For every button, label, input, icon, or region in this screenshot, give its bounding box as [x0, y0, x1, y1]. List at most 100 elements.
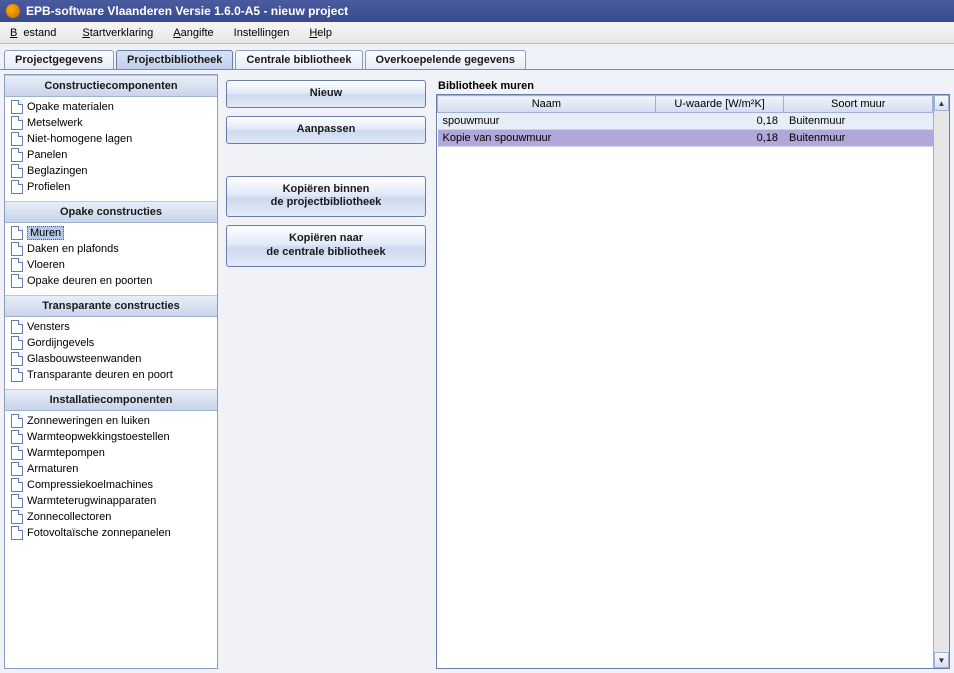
- button-line2: de centrale bibliotheek: [266, 246, 385, 258]
- sidebar-group-header[interactable]: Constructiecomponenten: [5, 75, 217, 97]
- sidebar-item[interactable]: Glasbouwsteenwanden: [5, 351, 217, 367]
- sidebar-group-header[interactable]: Opake constructies: [5, 201, 217, 223]
- file-icon: [11, 494, 23, 508]
- table-row[interactable]: Kopie van spouwmuur0,18Buitenmuur: [438, 130, 933, 147]
- file-icon: [11, 116, 23, 130]
- col-soort[interactable]: Soort muur: [784, 96, 933, 113]
- sidebar-item-label: Zonneweringen en luiken: [27, 415, 150, 427]
- file-icon: [11, 100, 23, 114]
- file-icon: [11, 368, 23, 382]
- sidebar-item-label: Niet-homogene lagen: [27, 133, 132, 145]
- cell-uwaarde: 0,18: [655, 130, 784, 147]
- aanpassen-button[interactable]: Aanpassen: [226, 116, 426, 144]
- scroll-down-icon[interactable]: ▼: [934, 652, 949, 668]
- button-line1: Kopiëren binnen: [283, 183, 370, 195]
- library-area: Bibliotheek muren Naam U-waarde [W/m²K] …: [436, 80, 950, 669]
- file-icon: [11, 148, 23, 162]
- sidebar-item[interactable]: Warmteopwekkingstoestellen: [5, 429, 217, 445]
- file-icon: [11, 414, 23, 428]
- sidebar-item[interactable]: Vensters: [5, 319, 217, 335]
- sidebar-item[interactable]: Vloeren: [5, 257, 217, 273]
- menu-help[interactable]: Help: [303, 25, 338, 41]
- button-line2: de projectbibliotheek: [271, 196, 382, 208]
- sidebar-item-label: Transparante deuren en poort: [27, 369, 173, 381]
- sidebar-item-label: Metselwerk: [27, 117, 83, 129]
- sidebar-item[interactable]: Warmtepompen: [5, 445, 217, 461]
- action-buttons: Nieuw Aanpassen Kopiëren binnen de proje…: [226, 80, 426, 669]
- sidebar-item[interactable]: Beglazingen: [5, 163, 217, 179]
- table-scrollbar[interactable]: ▲ ▼: [933, 95, 949, 668]
- library-table-wrap: Naam U-waarde [W/m²K] Soort muur spouwmu…: [436, 94, 950, 669]
- sidebar-item-label: Zonnecollectoren: [27, 511, 111, 523]
- file-icon: [11, 320, 23, 334]
- sidebar-group-header[interactable]: Installatiecomponenten: [5, 389, 217, 411]
- sidebar-item[interactable]: Niet-homogene lagen: [5, 131, 217, 147]
- cell-uwaarde: 0,18: [655, 113, 784, 130]
- tab-projectgegevens[interactable]: Projectgegevens: [4, 50, 114, 69]
- tab-overkoepelende-gegevens[interactable]: Overkoepelende gegevens: [365, 50, 526, 69]
- cell-naam: Kopie van spouwmuur: [438, 130, 656, 147]
- sidebar-item-label: Panelen: [27, 149, 67, 161]
- sidebar-item[interactable]: Profielen: [5, 179, 217, 195]
- tab-centrale-bibliotheek[interactable]: Centrale bibliotheek: [235, 50, 362, 69]
- menu-aangifte[interactable]: Aangifte: [167, 25, 219, 41]
- file-icon: [11, 462, 23, 476]
- sidebar-item[interactable]: Transparante deuren en poort: [5, 367, 217, 383]
- sidebar-item-label: Daken en plafonds: [27, 243, 119, 255]
- cell-soort: Buitenmuur: [784, 113, 933, 130]
- tabbar: Projectgegevens Projectbibliotheek Centr…: [0, 44, 954, 70]
- sidebar-item[interactable]: Zonnecollectoren: [5, 509, 217, 525]
- sidebar-item[interactable]: Fotovoltaïsche zonnepanelen: [5, 525, 217, 541]
- menubar: Bestand Startverklaring Aangifte Instell…: [0, 22, 954, 44]
- col-uwaarde[interactable]: U-waarde [W/m²K]: [655, 96, 784, 113]
- sidebar-item[interactable]: Armaturen: [5, 461, 217, 477]
- sidebar-item-label: Warmteopwekkingstoestellen: [27, 431, 170, 443]
- kopieren-naar-button[interactable]: Kopiëren naar de centrale bibliotheek: [226, 225, 426, 267]
- button-line1: Kopiëren naar: [289, 232, 363, 244]
- sidebar-item[interactable]: Gordijngevels: [5, 335, 217, 351]
- menu-bestand[interactable]: Bestand: [4, 25, 68, 41]
- library-table: Naam U-waarde [W/m²K] Soort muur spouwmu…: [437, 95, 933, 147]
- file-icon: [11, 164, 23, 178]
- sidebar-item[interactable]: Zonneweringen en luiken: [5, 413, 217, 429]
- file-icon: [11, 336, 23, 350]
- main-pane: Nieuw Aanpassen Kopiëren binnen de proje…: [222, 70, 954, 673]
- file-icon: [11, 478, 23, 492]
- scroll-up-icon[interactable]: ▲: [934, 95, 949, 111]
- file-icon: [11, 526, 23, 540]
- file-icon: [11, 132, 23, 146]
- sidebar-item[interactable]: Metselwerk: [5, 115, 217, 131]
- sidebar-item[interactable]: Warmteterugwinapparaten: [5, 493, 217, 509]
- sidebar-item[interactable]: Muren: [5, 225, 217, 241]
- tab-projectbibliotheek[interactable]: Projectbibliotheek: [116, 50, 233, 69]
- sidebar-item[interactable]: Panelen: [5, 147, 217, 163]
- nieuw-button[interactable]: Nieuw: [226, 80, 426, 108]
- window-title: EPB-software Vlaanderen Versie 1.6.0-A5 …: [26, 4, 348, 18]
- titlebar: EPB-software Vlaanderen Versie 1.6.0-A5 …: [0, 0, 954, 22]
- file-icon: [11, 510, 23, 524]
- sidebar-item-label: Muren: [27, 226, 64, 240]
- file-icon: [11, 430, 23, 444]
- sidebar-item[interactable]: Opake deuren en poorten: [5, 273, 217, 289]
- file-icon: [11, 274, 23, 288]
- menu-startverklaring[interactable]: Startverklaring: [76, 25, 159, 41]
- sidebar-item-label: Opake deuren en poorten: [27, 275, 152, 287]
- kopieren-binnen-button[interactable]: Kopiëren binnen de projectbibliotheek: [226, 176, 426, 218]
- sidebar-group-header[interactable]: Transparante constructies: [5, 295, 217, 317]
- sidebar-item-label: Glasbouwsteenwanden: [27, 353, 141, 365]
- table-row[interactable]: spouwmuur0,18Buitenmuur: [438, 113, 933, 130]
- cell-naam: spouwmuur: [438, 113, 656, 130]
- sidebar: Constructiecomponenten Opake materialen Me…: [4, 74, 218, 669]
- col-naam[interactable]: Naam: [438, 96, 656, 113]
- file-icon: [11, 226, 23, 240]
- cell-soort: Buitenmuur: [784, 130, 933, 147]
- file-icon: [11, 258, 23, 272]
- sidebar-item-label: Gordijngevels: [27, 337, 94, 349]
- sidebar-item[interactable]: Daken en plafonds: [5, 241, 217, 257]
- sidebar-item[interactable]: Opake materialen: [5, 99, 217, 115]
- sidebar-item[interactable]: Compressiekoelmachines: [5, 477, 217, 493]
- sidebar-item-label: Vloeren: [27, 259, 65, 271]
- sidebar-item-label: Beglazingen: [27, 165, 88, 177]
- menu-instellingen[interactable]: Instellingen: [228, 25, 296, 41]
- sidebar-item-label: Warmtepompen: [27, 447, 105, 459]
